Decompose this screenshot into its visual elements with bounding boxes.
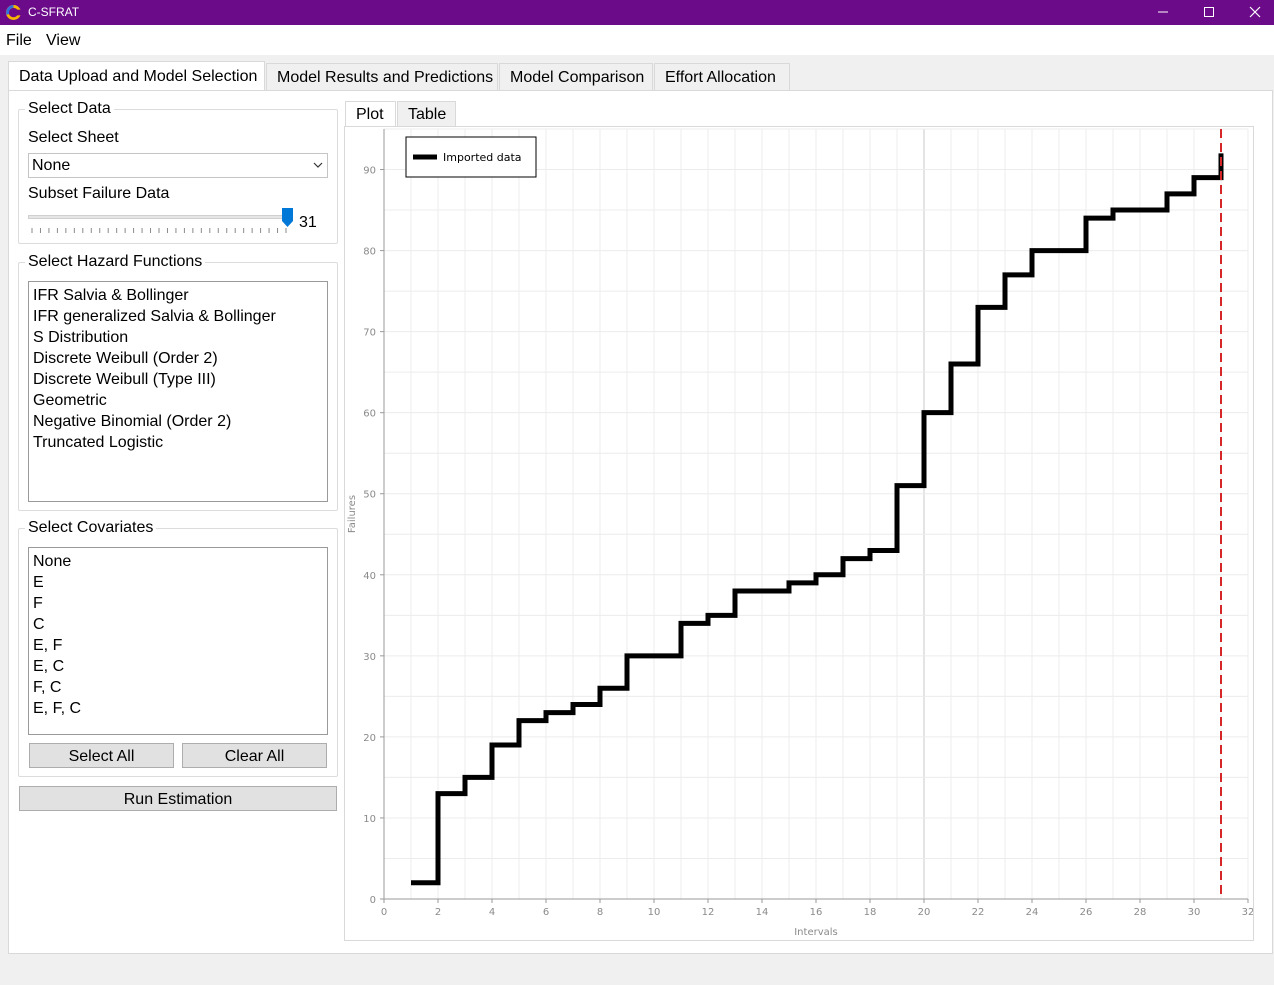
list-item[interactable]: E xyxy=(29,572,327,593)
y-tick-label: 40 xyxy=(363,571,376,582)
hazard-functions-title: Select Hazard Functions xyxy=(25,253,206,271)
subset-slider-ticks xyxy=(31,228,287,233)
x-axis-ticks: 0 2 4 6 8 10 12 14 16 18 20 22 24 26 28 30 32 xyxy=(381,899,1253,918)
chart-grid xyxy=(383,128,1249,900)
list-item[interactable]: Negative Binomial (Order 2) xyxy=(29,411,327,432)
x-tick-label: 22 xyxy=(972,907,985,918)
list-item[interactable]: S Distribution xyxy=(29,327,327,348)
y-tick-label: 30 xyxy=(363,652,376,663)
x-tick-label: 6 xyxy=(543,907,549,918)
failures-chart: 0 2 4 6 8 10 12 14 16 18 20 22 24 26 28 30 32 0102030405… xyxy=(347,128,1253,938)
run-estimation-button[interactable]: Run Estimation xyxy=(19,786,337,811)
y-tick-label: 60 xyxy=(363,409,376,420)
window-title: C-SFRAT xyxy=(28,5,80,19)
y-tick-label: 90 xyxy=(363,166,376,177)
x-tick-label: 26 xyxy=(1080,907,1093,918)
y-tick-label: 20 xyxy=(363,733,376,744)
x-tick-label: 24 xyxy=(1026,907,1039,918)
x-tick-label: 20 xyxy=(918,907,931,918)
x-tick-label: 0 xyxy=(381,907,387,918)
x-tick-label: 32 xyxy=(1242,907,1253,918)
close-button[interactable] xyxy=(1232,0,1274,25)
select-data-title: Select Data xyxy=(25,100,114,118)
list-item[interactable]: IFR Salvia & Bollinger xyxy=(29,285,327,306)
tab-effort-allocation[interactable]: Effort Allocation xyxy=(654,63,790,91)
menu-file[interactable]: File xyxy=(6,32,32,50)
hazard-functions-list[interactable]: IFR Salvia & Bollinger IFR generalized S… xyxy=(28,281,328,502)
x-tick-label: 10 xyxy=(648,907,661,918)
select-sheet-label: Select Sheet xyxy=(28,129,119,146)
x-tick-label: 4 xyxy=(489,907,495,918)
y-tick-label: 50 xyxy=(363,490,376,501)
list-item[interactable]: C xyxy=(29,614,327,635)
list-item[interactable]: F xyxy=(29,593,327,614)
app-logo-icon xyxy=(6,5,21,20)
list-item[interactable]: IFR generalized Salvia & Bollinger xyxy=(29,306,327,327)
maximize-button[interactable] xyxy=(1186,0,1232,25)
title-bar: C-SFRAT xyxy=(0,0,1274,25)
x-tick-label: 28 xyxy=(1134,907,1147,918)
tab-data-upload[interactable]: Data Upload and Model Selection xyxy=(8,61,265,91)
menu-bar: File View xyxy=(0,25,1274,55)
sheet-select[interactable]: None xyxy=(28,153,328,178)
list-item[interactable]: None xyxy=(29,551,327,572)
x-tick-label: 30 xyxy=(1188,907,1201,918)
subset-failure-label: Subset Failure Data xyxy=(28,185,170,202)
list-item[interactable]: E, F xyxy=(29,635,327,656)
clear-all-button[interactable]: Clear All xyxy=(182,743,327,768)
minimize-button[interactable] xyxy=(1140,0,1186,25)
tab-table[interactable]: Table xyxy=(397,101,456,126)
x-tick-label: 12 xyxy=(702,907,715,918)
tab-plot[interactable]: Plot xyxy=(345,101,396,126)
legend-label: Imported data xyxy=(443,151,522,164)
subset-slider-handle[interactable] xyxy=(282,208,293,227)
list-item[interactable]: Truncated Logistic xyxy=(29,432,327,453)
x-axis-label: Intervals xyxy=(794,927,838,938)
chevron-down-icon xyxy=(313,162,323,168)
minimize-icon xyxy=(1158,11,1168,13)
x-tick-label: 16 xyxy=(810,907,823,918)
covariates-list[interactable]: None E F C E, F E, C F, C E, F, C xyxy=(28,547,328,735)
x-tick-label: 8 xyxy=(597,907,603,918)
y-tick-label: 70 xyxy=(363,328,376,339)
list-item[interactable]: E, F, C xyxy=(29,698,327,719)
list-item[interactable]: Discrete Weibull (Order 2) xyxy=(29,348,327,369)
y-axis-ticks: 0 10 20 30 40 50 60 70 80 90 xyxy=(363,166,384,906)
subset-slider-track[interactable] xyxy=(28,215,290,219)
menu-view[interactable]: View xyxy=(46,32,80,50)
subset-value: 31 xyxy=(299,214,317,231)
sheet-select-value: None xyxy=(32,157,71,174)
list-item[interactable]: Geometric xyxy=(29,390,327,411)
list-item[interactable]: F, C xyxy=(29,677,327,698)
y-tick-label: 80 xyxy=(363,247,376,258)
covariates-title: Select Covariates xyxy=(25,519,157,537)
y-tick-label: 0 xyxy=(370,895,376,906)
select-all-button[interactable]: Select All xyxy=(29,743,174,768)
x-tick-label: 14 xyxy=(756,907,769,918)
y-axis-label: Failures xyxy=(347,495,358,533)
x-tick-label: 18 xyxy=(864,907,877,918)
maximize-icon xyxy=(1204,7,1214,17)
tab-model-comparison[interactable]: Model Comparison xyxy=(499,63,653,91)
list-item[interactable]: Discrete Weibull (Type III) xyxy=(29,369,327,390)
chart-legend: Imported data xyxy=(405,136,537,178)
list-item[interactable]: E, C xyxy=(29,656,327,677)
close-icon xyxy=(1249,6,1261,18)
x-tick-label: 2 xyxy=(435,907,441,918)
y-tick-label: 10 xyxy=(363,814,376,825)
tab-model-results[interactable]: Model Results and Predictions xyxy=(266,63,498,91)
